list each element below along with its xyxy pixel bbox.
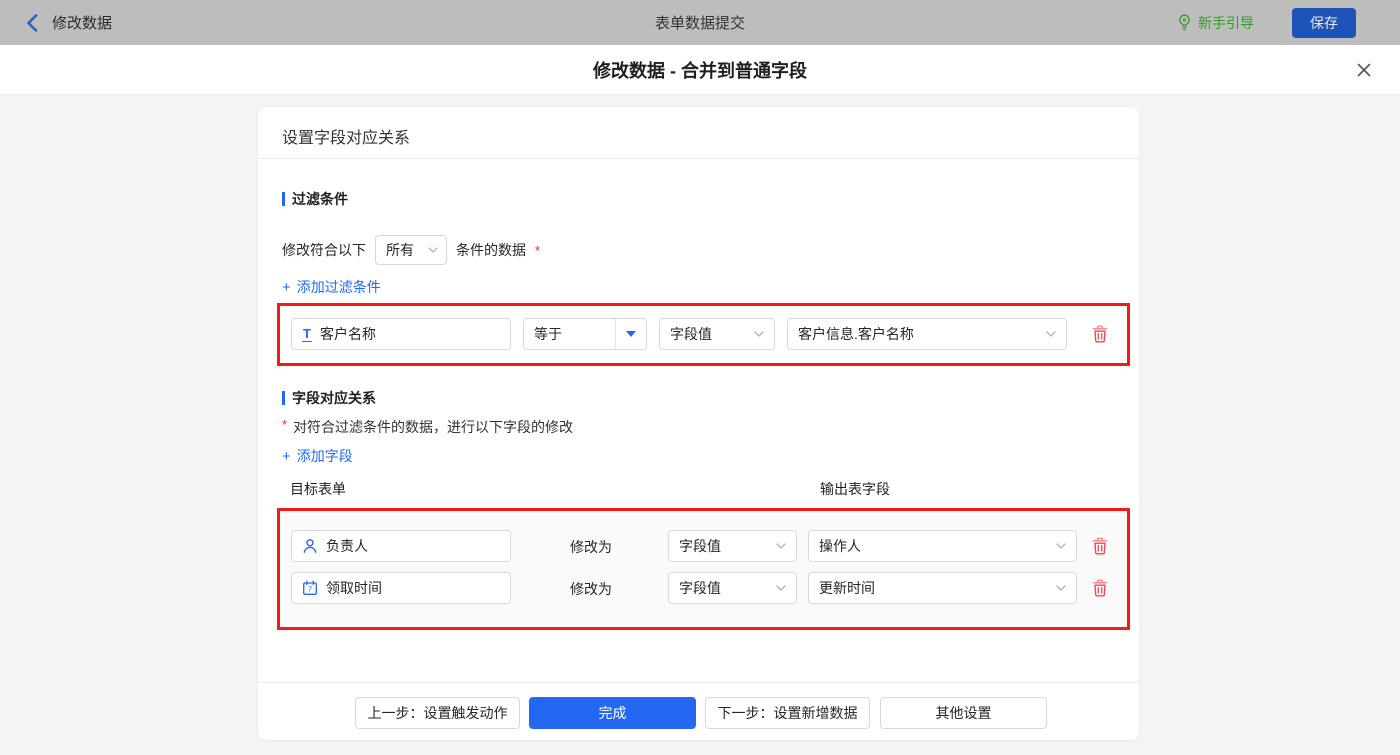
target-form-column-header: 目标表单	[290, 481, 346, 497]
card-header-title: 设置字段对应关系	[282, 130, 411, 147]
chevron-down-icon	[1056, 585, 1066, 591]
modal-header: 修改数据 - 合并到普通字段	[0, 45, 1400, 95]
user-icon	[302, 538, 318, 554]
card-footer: 上一步：设置触发动作 完成 下一步：设置新增数据 其他设置	[258, 682, 1139, 740]
operator-caret-button[interactable]	[615, 319, 646, 349]
section-accent-bar	[282, 192, 285, 206]
other-settings-button[interactable]: 其他设置	[880, 697, 1047, 729]
modal-title: 修改数据 - 合并到普通字段	[593, 60, 807, 81]
settings-card: 设置字段对应关系 过滤条件 修改符合以下 所有 条件的数据 * + 添加过滤条件	[258, 107, 1139, 740]
match-condition-row: 修改符合以下 所有 条件的数据 *	[282, 235, 540, 265]
mapping-hint: * 对符合过滤条件的数据，进行以下字段的修改	[282, 417, 574, 435]
condition-operator-select[interactable]: 等于	[523, 318, 647, 350]
trash-icon[interactable]	[1092, 325, 1108, 343]
caret-down-icon	[626, 331, 636, 337]
card-header-divider	[258, 158, 1139, 159]
mapping-column-headers: 目标表单 输出表字段	[258, 479, 1139, 497]
condition-field-input[interactable]: T 客户名称	[291, 318, 511, 350]
required-mark: *	[535, 242, 541, 258]
svg-text:7: 7	[308, 585, 312, 594]
condition-value-select[interactable]: 客户信息.客户名称	[787, 318, 1067, 350]
mapping-field-input[interactable]: 7 领取时间	[291, 572, 511, 604]
save-button[interactable]: 保存	[1292, 7, 1356, 38]
mapping-section-title: 字段对应关系	[282, 388, 376, 408]
mapping-row: 7 领取时间 修改为 字段值 更新时间	[280, 572, 1127, 604]
filter-condition-row: T 客户名称 等于 字段值 客户信息.客户名称	[280, 318, 1127, 350]
mapping-row: 负责人 修改为 字段值 操作人	[280, 530, 1127, 562]
modal-body: 设置字段对应关系 过滤条件 修改符合以下 所有 条件的数据 * + 添加过滤条件	[0, 95, 1400, 755]
screen: 修改数据 表单数据提交 新手引导 保存 修改数据 - 合并到普通字段 设置字段对…	[0, 0, 1400, 755]
trash-icon[interactable]	[1092, 579, 1108, 597]
plus-icon: +	[282, 278, 291, 296]
match-suffix-label: 条件的数据	[456, 242, 526, 258]
required-mark: *	[282, 417, 288, 432]
mapping-field-input[interactable]: 负责人	[291, 530, 511, 562]
filter-condition-highlight: T 客户名称 等于 字段值 客户信息.客户名称	[277, 303, 1130, 366]
chevron-down-icon	[1046, 331, 1056, 337]
done-button[interactable]: 完成	[529, 697, 696, 729]
filter-section-title: 过滤条件	[282, 189, 348, 209]
chevron-down-icon	[754, 331, 764, 337]
modify-to-label: 修改为	[570, 581, 612, 597]
section-accent-bar	[282, 391, 285, 405]
beginner-guide-label: 新手引导	[1198, 14, 1254, 31]
calendar-icon: 7	[302, 580, 318, 596]
condition-value-type-select[interactable]: 字段值	[659, 318, 775, 350]
next-step-button[interactable]: 下一步：设置新增数据	[705, 697, 870, 729]
back-label[interactable]: 修改数据	[52, 12, 112, 33]
plus-icon: +	[282, 447, 291, 465]
mapping-value-type-select[interactable]: 字段值	[668, 572, 797, 604]
chevron-down-icon	[776, 585, 786, 591]
match-mode-select[interactable]: 所有	[375, 235, 447, 265]
modify-to-label: 修改为	[570, 539, 612, 555]
beginner-guide-link[interactable]: 新手引导	[1177, 13, 1254, 33]
mapping-value-type-select[interactable]: 字段值	[668, 530, 797, 562]
mapping-value-select[interactable]: 更新时间	[808, 572, 1077, 604]
close-icon[interactable]	[1354, 60, 1374, 80]
text-field-icon: T	[302, 325, 312, 342]
match-prefix-label: 修改符合以下	[282, 242, 366, 258]
trash-icon[interactable]	[1092, 537, 1108, 555]
previous-step-button[interactable]: 上一步：设置触发动作	[355, 697, 520, 729]
mapping-value-select[interactable]: 操作人	[808, 530, 1077, 562]
top-bar: 修改数据 表单数据提交 新手引导 保存	[0, 0, 1400, 45]
add-filter-condition-link[interactable]: + 添加过滤条件	[282, 277, 381, 297]
chevron-down-icon	[776, 543, 786, 549]
chevron-down-icon	[1056, 543, 1066, 549]
field-mapping-highlight: 负责人 修改为 字段值 操作人 7 领取时间 修改为 字段值 更新时间	[277, 508, 1130, 630]
add-field-link[interactable]: + 添加字段	[282, 446, 353, 466]
back-chevron-icon[interactable]	[26, 13, 38, 32]
chevron-down-icon	[428, 247, 438, 253]
output-field-column-header: 输出表字段	[820, 481, 890, 497]
lightbulb-icon	[1177, 14, 1192, 31]
